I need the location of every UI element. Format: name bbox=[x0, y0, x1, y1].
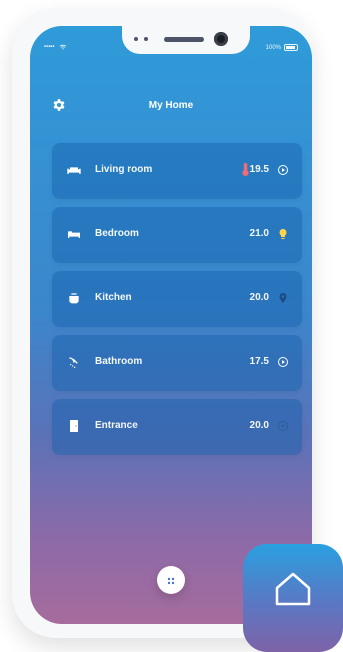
battery-text: 100% bbox=[265, 44, 281, 51]
screen-header: My Home bbox=[30, 98, 312, 118]
dot bbox=[134, 37, 138, 41]
room-value: 20.0 bbox=[249, 420, 269, 431]
room-label: Kitchen bbox=[95, 292, 132, 303]
room-card-entrance[interactable]: Entrance 20.0 bbox=[52, 399, 302, 455]
room-label: Living room bbox=[95, 164, 153, 175]
play-circle-icon[interactable] bbox=[277, 163, 289, 175]
grid-dots-icon bbox=[165, 574, 177, 586]
battery-icon bbox=[284, 44, 298, 51]
pot-icon bbox=[66, 290, 82, 306]
room-value: 21.0 bbox=[249, 228, 269, 239]
sofa-icon bbox=[66, 162, 82, 178]
signal-text: ••••• bbox=[44, 44, 55, 51]
speaker bbox=[164, 37, 204, 42]
battery-status: 100% bbox=[266, 44, 298, 51]
grid-dots-button[interactable] bbox=[157, 566, 185, 594]
play-circle-icon[interactable] bbox=[277, 355, 289, 367]
lightbulb-icon[interactable] bbox=[277, 227, 289, 239]
room-value: 20.0 bbox=[249, 292, 269, 303]
status-bar: ••••• 100% bbox=[44, 44, 298, 56]
bed-icon bbox=[66, 226, 82, 242]
room-card-kitchen[interactable]: Kitchen 20.0 bbox=[52, 271, 302, 327]
room-value: 17.5 bbox=[249, 356, 269, 367]
room-label: Bathroom bbox=[95, 356, 143, 367]
room-label: Entrance bbox=[95, 420, 138, 431]
speaker-dots bbox=[134, 37, 148, 41]
app-screen: ••••• 100% My Home Living room 19.5 Bedr… bbox=[30, 26, 312, 624]
play-circle-icon[interactable] bbox=[277, 419, 289, 431]
room-card-living-room[interactable]: Living room 19.5 bbox=[52, 143, 302, 199]
signal-indicator: ••••• bbox=[44, 44, 67, 51]
home-icon bbox=[273, 572, 313, 606]
room-value: 19.5 bbox=[249, 164, 269, 175]
room-label: Bedroom bbox=[95, 228, 139, 239]
shower-icon bbox=[66, 354, 82, 370]
room-card-bathroom[interactable]: Bathroom 17.5 bbox=[52, 335, 302, 391]
page-title: My Home bbox=[148, 100, 194, 111]
room-card-bedroom[interactable]: Bedroom 21.0 bbox=[52, 207, 302, 263]
dot bbox=[144, 37, 148, 41]
location-pin-icon[interactable] bbox=[277, 291, 289, 303]
home-app-tile[interactable] bbox=[243, 544, 343, 652]
wifi-icon bbox=[59, 44, 67, 50]
door-icon bbox=[66, 418, 82, 434]
